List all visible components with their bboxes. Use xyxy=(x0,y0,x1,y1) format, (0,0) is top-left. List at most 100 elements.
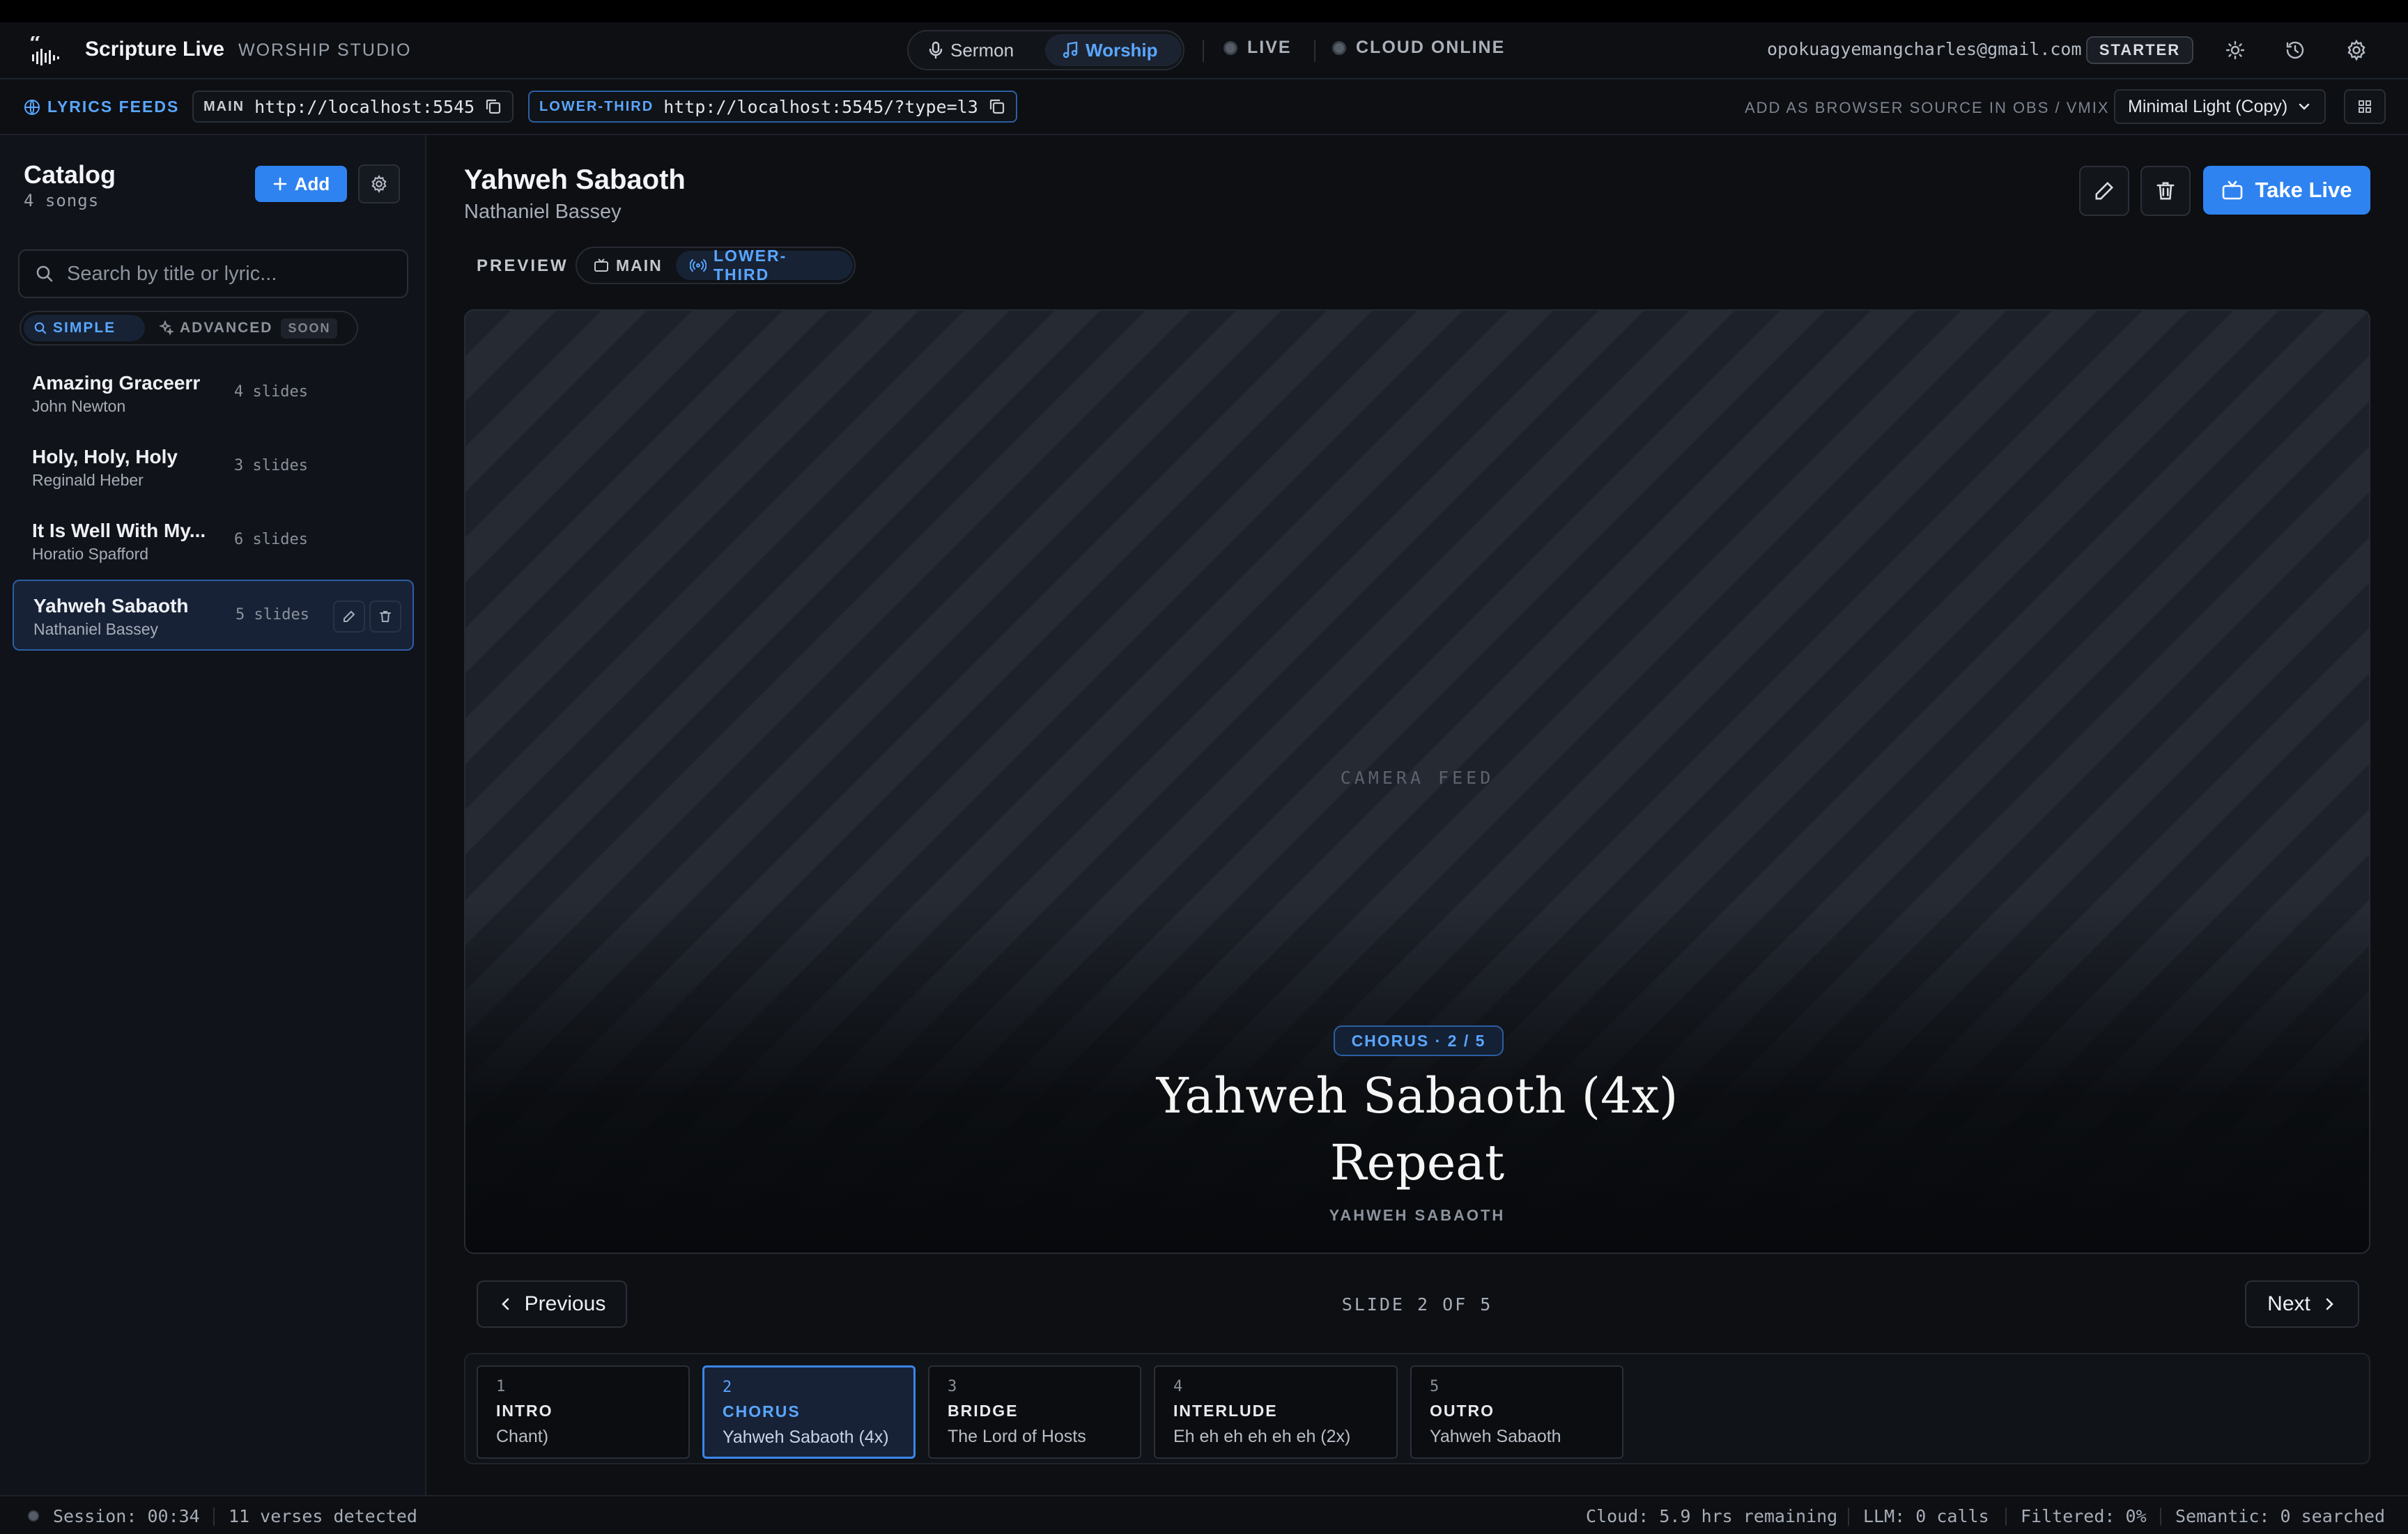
trash-icon xyxy=(2154,180,2177,202)
slide-card[interactable]: 4 INTERLUDE Eh eh eh eh eh eh (2x) xyxy=(1154,1365,1398,1459)
app-header: “ Scripture Live WORSHIP STUDIO Sermon W… xyxy=(0,22,2408,79)
theme-toggle-sun-icon[interactable] xyxy=(2223,38,2248,63)
browser-source-hint: ADD AS BROWSER SOURCE IN OBS / VMIX xyxy=(1745,99,2110,116)
chevron-down-icon xyxy=(2297,99,2312,114)
next-slide-button[interactable]: Next xyxy=(2245,1280,2359,1328)
status-footer: Session: 00:34 11 verses detected Cloud:… xyxy=(0,1495,2408,1534)
song-title: Yahweh Sabaoth xyxy=(464,164,686,195)
window-top-strip xyxy=(0,0,2408,22)
sparkles-icon xyxy=(159,320,174,336)
layout-grid-button[interactable] xyxy=(2344,89,2386,124)
broadcast-icon xyxy=(690,258,707,273)
music-note-icon xyxy=(1062,41,1079,59)
tv-icon xyxy=(2221,180,2244,201)
mode-sermon-label: Sermon xyxy=(950,39,1014,61)
footer-divider xyxy=(2160,1508,2161,1526)
grid-icon xyxy=(2357,99,2372,114)
search-mode-toggle: SIMPLE ADVANCED SOON xyxy=(20,311,358,346)
cloud-status: CLOUD ONLINE xyxy=(1332,38,1505,58)
history-icon[interactable] xyxy=(2283,38,2308,63)
song-search-input[interactable] xyxy=(67,262,392,286)
song-list-item[interactable]: It Is Well With My... Horatio Spafford 6… xyxy=(13,506,414,577)
preview-label: PREVIEW xyxy=(477,256,569,275)
edit-song-button[interactable] xyxy=(333,601,365,633)
trash-icon xyxy=(378,610,392,623)
live-status: LIVE xyxy=(1224,38,1292,58)
mode-worship-label: Worship xyxy=(1086,39,1158,61)
take-live-button[interactable]: Take Live xyxy=(2203,166,2370,215)
soon-badge: SOON xyxy=(281,318,338,339)
song-editor-main: Yahweh Sabaoth Nathaniel Bassey Take Liv… xyxy=(426,135,2408,1495)
live-status-dot-icon xyxy=(1224,40,1237,55)
preview-lower-third-tab[interactable]: LOWER-THIRD xyxy=(676,247,853,284)
settings-gear-icon[interactable] xyxy=(2344,38,2369,63)
verses-detected: 11 verses detected xyxy=(229,1506,417,1526)
app-logo-icon: “ xyxy=(28,36,65,65)
lower-third-feed-url: LOWER-THIRD http://localhost:5545/?type=… xyxy=(528,91,1017,123)
mode-switcher: Sermon Worship xyxy=(907,30,1184,70)
search-icon xyxy=(33,321,47,335)
mode-worship-button[interactable]: Worship xyxy=(1045,34,1182,66)
cloud-status-dot-icon xyxy=(1332,40,1346,55)
chevron-right-icon xyxy=(2322,1296,2337,1312)
song-list-item-selected[interactable]: Yahweh Sabaoth Nathaniel Bassey 5 slides xyxy=(13,580,414,651)
catalog-song-count: 4 songs xyxy=(24,191,100,210)
footer-divider xyxy=(2005,1508,2007,1526)
pencil-icon xyxy=(342,610,356,623)
plus-icon xyxy=(272,176,288,192)
mic-icon xyxy=(928,41,943,59)
camera-feed-placeholder: CAMERA FEED xyxy=(1340,768,1495,788)
header-divider xyxy=(1203,40,1204,62)
gear-icon xyxy=(369,173,389,194)
footer-divider xyxy=(1848,1508,1849,1526)
svg-text:“: “ xyxy=(29,36,41,56)
mode-sermon-button[interactable]: Sermon xyxy=(911,34,1044,66)
lyric-line-1: Yahweh Sabaoth (4x) xyxy=(1156,1067,1678,1124)
lyric-line-2: Repeat xyxy=(1329,1134,1505,1191)
slide-card[interactable]: 1 INTRO Chant) xyxy=(477,1365,690,1459)
app-subtitle: WORSHIP STUDIO xyxy=(238,40,412,60)
user-email: opokuagyemangcharles@gmail.com xyxy=(1767,39,2082,59)
edit-button[interactable] xyxy=(2079,166,2129,216)
theme-select[interactable]: Minimal Light (Copy) xyxy=(2114,89,2326,124)
catalog-settings-button[interactable] xyxy=(358,164,400,203)
llm-calls: LLM: 0 calls xyxy=(1863,1506,1989,1526)
song-search-field xyxy=(18,249,408,298)
lyrics-feeds-bar: LYRICS FEEDS MAIN http://localhost:5545 … xyxy=(0,79,2408,135)
song-list-item[interactable]: Holy, Holy, Holy Reginald Heber 3 slides xyxy=(13,432,414,503)
lyrics-feeds-label: LYRICS FEEDS xyxy=(24,98,179,116)
preview-stage: CAMERA FEED CHORUS · 2 / 5 Yahweh Sabaot… xyxy=(464,309,2370,1254)
app-title: Scripture Live xyxy=(85,38,225,61)
slide-counter: SLIDE 2 OF 5 xyxy=(1341,1294,1493,1315)
song-artist: Nathaniel Bassey xyxy=(464,201,622,223)
search-icon xyxy=(35,264,54,284)
copy-lower-third-url-icon[interactable] xyxy=(988,98,1006,116)
slide-strip: 1 INTRO Chant) 2 CHORUS Yahweh Sabaoth (… xyxy=(464,1353,2370,1464)
footer-divider xyxy=(213,1508,215,1526)
preview-main-tab[interactable]: MAIN xyxy=(580,251,677,280)
lyric-song-caption: YAHWEH SABAOTH xyxy=(1329,1207,1506,1224)
session-time: Session: 00:34 xyxy=(53,1506,200,1526)
copy-main-url-icon[interactable] xyxy=(484,98,502,116)
globe-icon xyxy=(24,99,40,116)
search-mode-simple[interactable]: SIMPLE xyxy=(24,315,145,341)
slide-card[interactable]: 3 BRIDGE The Lord of Hosts xyxy=(928,1365,1141,1459)
filtered-percent: Filtered: 0% xyxy=(2021,1506,2147,1526)
plan-badge: STARTER xyxy=(2086,36,2193,64)
slide-card[interactable]: 5 OUTRO Yahweh Sabaoth xyxy=(1410,1365,1623,1459)
search-mode-advanced[interactable]: ADVANCED SOON xyxy=(149,315,347,341)
session-dot-icon xyxy=(28,1510,39,1521)
cloud-remaining: Cloud: 5.9 hrs remaining xyxy=(1586,1506,1838,1526)
header-divider xyxy=(1314,40,1315,62)
song-list-item[interactable]: Amazing Graceerr John Newton 4 slides xyxy=(13,358,414,429)
delete-button[interactable] xyxy=(2140,166,2191,216)
delete-song-button[interactable] xyxy=(369,601,401,633)
section-chip: CHORUS · 2 / 5 xyxy=(1334,1025,1504,1056)
monitor-icon xyxy=(594,258,609,272)
main-feed-url: MAIN http://localhost:5545 xyxy=(192,91,514,123)
pencil-icon xyxy=(2093,180,2115,202)
add-song-button[interactable]: Add xyxy=(255,166,347,202)
slide-card-active[interactable]: 2 CHORUS Yahweh Sabaoth (4x) xyxy=(702,1365,916,1459)
semantic-searched: Semantic: 0 searched xyxy=(2175,1506,2386,1526)
catalog-sidebar: Catalog 4 songs Add SIMPLE ADVANCED S xyxy=(0,135,426,1495)
